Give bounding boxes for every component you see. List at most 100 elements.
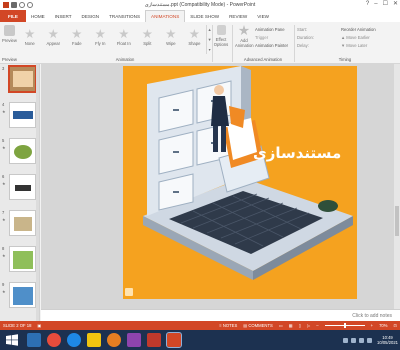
taskbar-ie-icon[interactable] bbox=[67, 333, 81, 347]
taskbar-explorer-icon[interactable] bbox=[27, 333, 41, 347]
animation-star-icon: ★ bbox=[2, 145, 6, 150]
thumbnail-image[interactable] bbox=[8, 65, 37, 93]
taskbar-media-icon[interactable] bbox=[47, 333, 61, 347]
tab-transitions[interactable]: TRANSITIONS bbox=[104, 10, 145, 22]
chevron-down-icon[interactable]: ▼ bbox=[208, 37, 212, 42]
thumbnail-content bbox=[13, 71, 33, 87]
more-icon[interactable]: ▾ bbox=[209, 47, 211, 52]
star-icon bbox=[142, 29, 153, 39]
trigger-button[interactable]: Trigger bbox=[255, 34, 288, 42]
zoom-slider-thumb[interactable] bbox=[343, 323, 346, 328]
thumbnail-image[interactable] bbox=[9, 210, 36, 236]
slide-number: 4 bbox=[2, 102, 5, 107]
duration-field[interactable]: Duration: bbox=[297, 34, 314, 42]
spelling-icon[interactable]: ▣ bbox=[37, 323, 41, 328]
tray-volume-icon[interactable] bbox=[351, 337, 357, 343]
tab-file[interactable]: FILE bbox=[0, 10, 26, 22]
status-left: SLIDE 2 OF 18 ▣ bbox=[3, 323, 41, 328]
minimize-button[interactable]: – bbox=[374, 1, 377, 8]
animation-wipe[interactable]: Wipe bbox=[159, 25, 183, 54]
start-field[interactable]: Start: bbox=[297, 26, 314, 34]
taskbar-firefox-icon[interactable] bbox=[107, 333, 121, 347]
plant-pot bbox=[318, 200, 338, 212]
tab-animations[interactable]: ANIMATIONS bbox=[145, 10, 186, 22]
tray-language-icon[interactable] bbox=[367, 337, 373, 343]
slide-thumbnail[interactable]: 8 ★ bbox=[2, 246, 38, 276]
comments-toggle[interactable]: ▤ COMMENTS bbox=[243, 323, 273, 328]
thumbnail-image[interactable] bbox=[9, 246, 36, 272]
scroll-thumb[interactable] bbox=[395, 206, 399, 236]
zoom-slider[interactable] bbox=[324, 323, 365, 328]
notes-placeholder[interactable]: Click to add notes bbox=[352, 313, 392, 319]
animation-float-in[interactable]: Float In bbox=[112, 25, 136, 54]
sorter-view-icon[interactable]: ▦ bbox=[289, 323, 293, 328]
thumbnail-content bbox=[15, 185, 31, 191]
preview-button[interactable]: Preview bbox=[2, 25, 17, 43]
animation-split[interactable]: Split bbox=[136, 25, 160, 54]
effect-options-button[interactable]: Effect Options bbox=[213, 25, 229, 47]
slide-thumbnail[interactable]: 4 ★ bbox=[2, 102, 38, 132]
zoom-in-button[interactable]: + bbox=[371, 323, 373, 328]
comments-toggle-label: COMMENTS bbox=[248, 323, 273, 328]
tab-view[interactable]: VIEW bbox=[252, 10, 274, 22]
chevron-up-icon[interactable]: ▲ bbox=[208, 27, 212, 32]
reading-view-icon[interactable]: ▯ bbox=[299, 323, 301, 328]
animation-fly-in[interactable]: Fly In bbox=[89, 25, 113, 54]
maximize-button[interactable]: ☐ bbox=[383, 1, 388, 8]
add-animation-button[interactable]: Add Animation bbox=[235, 25, 254, 48]
animation-star-icon: ★ bbox=[2, 217, 6, 222]
animation-fade[interactable]: Fade bbox=[65, 25, 89, 54]
start-button[interactable] bbox=[3, 331, 21, 349]
move-later-button[interactable]: ▼ Move Later bbox=[341, 42, 376, 50]
slide-thumbnail[interactable]: 9 ★ bbox=[2, 282, 38, 312]
zoom-out-button[interactable]: – bbox=[316, 323, 318, 328]
animation-painter-button[interactable]: Animation Painter bbox=[255, 42, 288, 50]
move-earlier-button[interactable]: ▲ Move Earlier bbox=[341, 34, 376, 42]
help-button[interactable]: ? bbox=[366, 1, 369, 8]
effect-options-icon bbox=[216, 25, 226, 35]
tab-design[interactable]: DESIGN bbox=[77, 10, 105, 22]
animation-appear[interactable]: Appear bbox=[42, 25, 66, 54]
animation-none[interactable]: None bbox=[18, 25, 42, 54]
slide-thumbnail[interactable]: 7 ★ bbox=[2, 210, 38, 240]
taskbar-powerpoint-icon[interactable] bbox=[166, 332, 182, 348]
slide-number: 9 bbox=[2, 282, 5, 287]
animation-pane-button[interactable]: Animation Pane bbox=[255, 26, 288, 34]
slide-title[interactable]: مستندسازی bbox=[253, 144, 341, 162]
slideshow-view-icon[interactable]: ▷ bbox=[307, 323, 310, 328]
tray-flag-icon[interactable] bbox=[359, 337, 365, 343]
normal-view-icon[interactable]: ▭ bbox=[279, 323, 283, 328]
slide[interactable]: مستندسازی bbox=[123, 66, 357, 299]
group-label-preview: Preview bbox=[2, 57, 17, 62]
tab-review[interactable]: REVIEW bbox=[224, 10, 252, 22]
status-right: ≡ NOTES ▤ COMMENTS ▭ ▦ ▯ ▷ – + 70% ⊡ bbox=[219, 323, 397, 328]
slide-info: SLIDE 2 OF 18 bbox=[3, 323, 32, 328]
thumbnail-image[interactable] bbox=[9, 282, 36, 308]
vertical-scrollbar[interactable] bbox=[394, 64, 400, 309]
animation-star-icon: ★ bbox=[2, 181, 6, 186]
clock[interactable]: 10:49 10/05/2021 bbox=[377, 335, 398, 345]
preview-label: Preview bbox=[2, 38, 17, 43]
taskbar-app-icon[interactable] bbox=[127, 333, 141, 347]
tab-home[interactable]: HOME bbox=[26, 10, 50, 22]
slide-thumbnail[interactable]: 6 ★ bbox=[2, 174, 38, 204]
thumbnail-image[interactable] bbox=[9, 138, 36, 164]
tab-slide-show[interactable]: SLIDE SHOW bbox=[185, 10, 224, 22]
taskbar-pdf-icon[interactable] bbox=[147, 333, 161, 347]
fit-slide-icon[interactable]: ⊡ bbox=[393, 323, 397, 328]
zoom-level[interactable]: 70% bbox=[379, 323, 387, 328]
notes-pane[interactable]: Click to add notes bbox=[41, 309, 400, 321]
thumbnail-scrollbar[interactable] bbox=[36, 64, 39, 321]
thumbnail-image[interactable] bbox=[9, 102, 36, 128]
animation-shape[interactable]: Shape bbox=[183, 25, 207, 54]
delay-field[interactable]: Delay: bbox=[297, 42, 314, 50]
taskbar-folder-icon[interactable] bbox=[87, 333, 101, 347]
clock-date: 10/05/2021 bbox=[377, 340, 398, 345]
notes-toggle[interactable]: ≡ NOTES bbox=[219, 323, 237, 328]
close-button[interactable]: ✕ bbox=[393, 1, 398, 8]
thumbnail-image[interactable] bbox=[9, 174, 36, 200]
tab-insert[interactable]: INSERT bbox=[50, 10, 77, 22]
tray-network-icon[interactable] bbox=[343, 337, 349, 343]
slide-thumbnail[interactable]: 5 ★ bbox=[2, 138, 38, 168]
slide-thumbnail[interactable]: 3 bbox=[2, 65, 38, 96]
